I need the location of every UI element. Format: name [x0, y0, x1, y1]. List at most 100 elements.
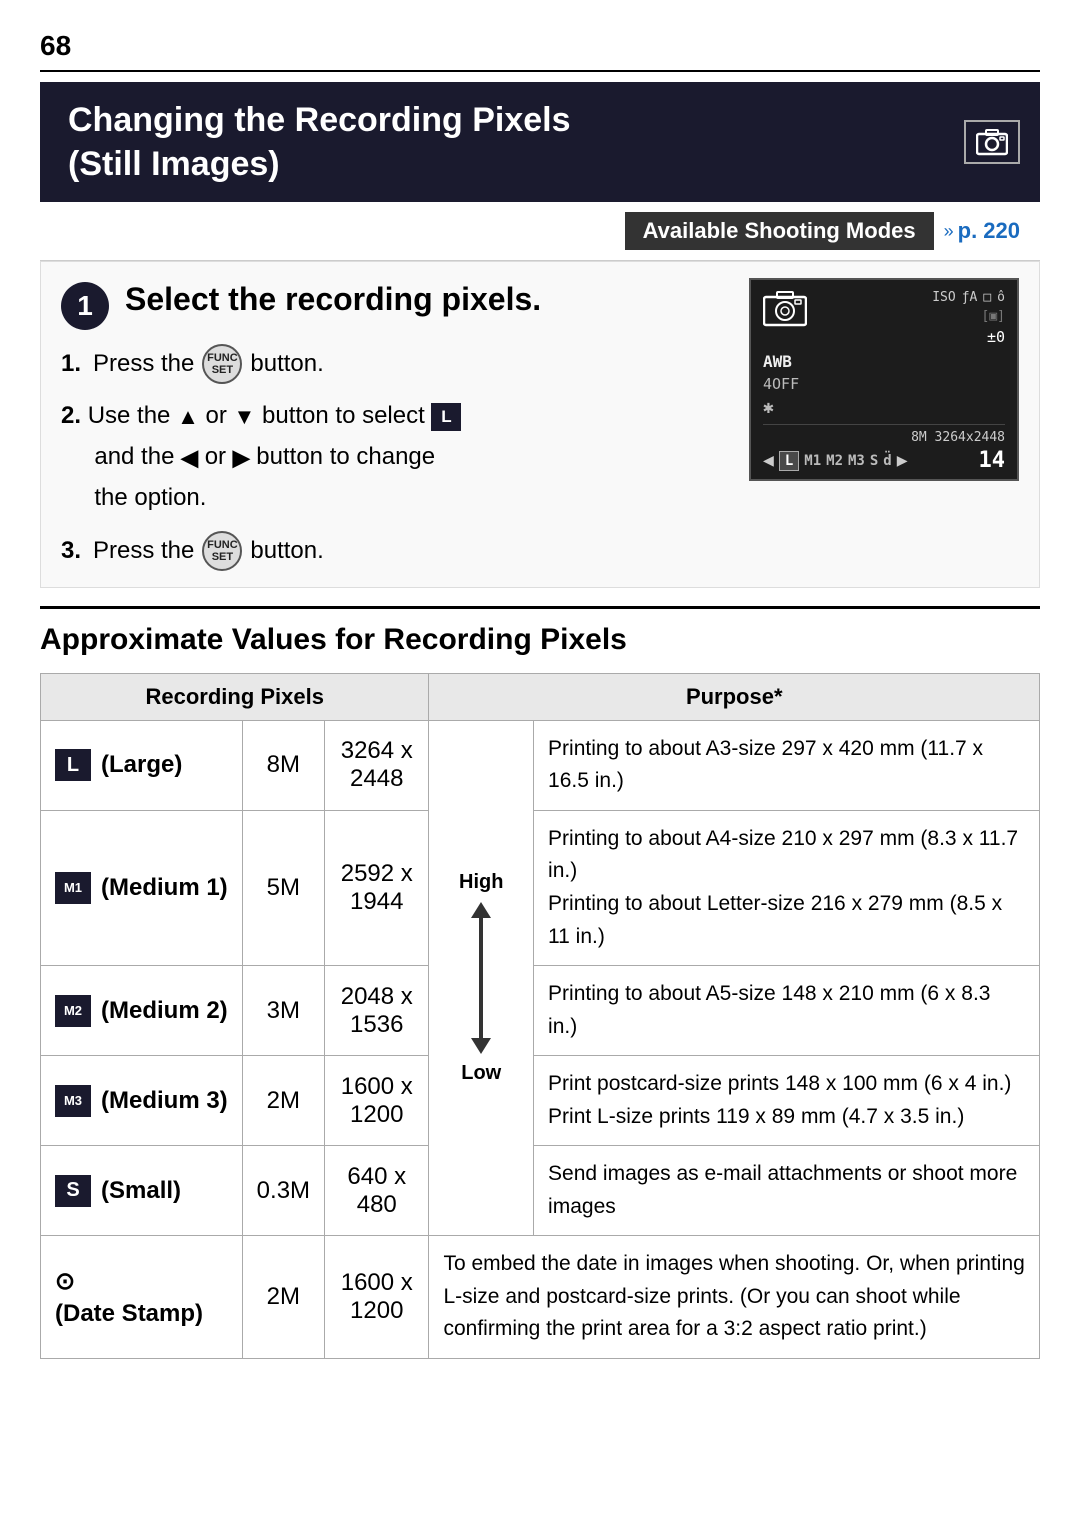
row-m2-mp: 3M — [242, 966, 324, 1056]
table-row: ⊙ (Date Stamp) 2M 1600 x 1200 To embed t… — [41, 1236, 1040, 1359]
row-ds-purpose: To embed the date in images when shootin… — [429, 1236, 1040, 1359]
button-text-1: button. — [250, 345, 323, 383]
date-stamp-icon: ⊙ — [55, 1267, 75, 1296]
quality-low-label: Low — [461, 1062, 501, 1085]
page-number: 68 — [40, 30, 1040, 72]
row-m1-res: 2592 x 1944 — [325, 810, 429, 965]
cs-af: 4OFF — [763, 375, 1005, 393]
available-modes-link[interactable]: » p. 220 — [944, 218, 1020, 244]
table-row: S (Small) 0.3M 640 x 480 Send images as … — [41, 1146, 1040, 1236]
func-set-button-3[interactable]: FUNCSET — [202, 531, 242, 571]
chapter-title-line1: Changing the Recording Pixels — [68, 101, 571, 139]
quality-arrow-cell: High Low — [429, 720, 534, 1236]
cs-mode-M3: M3 — [848, 453, 865, 469]
m3-icon: M3 — [55, 1085, 91, 1117]
row-m2-purpose: Printing to about A5-size 148 x 210 mm (… — [534, 966, 1040, 1056]
step-num-3: 3. — [61, 532, 85, 570]
button-to-select: button to select — [262, 402, 431, 429]
cs-mode-M1: M1 — [804, 453, 821, 469]
right-arrow: ▶ — [233, 439, 250, 476]
row-s-purpose: Send images as e-mail attachments or sho… — [534, 1146, 1040, 1236]
chapter-title: Changing the Recording Pixels (Still Ima… — [68, 98, 571, 186]
camera-screen-top: ISO ƒA □ ô [▣] ±0 — [763, 290, 1005, 346]
row-ds-mp: 2M — [242, 1236, 324, 1359]
cs-mode-M2: M2 — [826, 453, 843, 469]
available-modes-bar: Available Shooting Modes » p. 220 — [40, 202, 1040, 261]
m2-label: (Medium 2) — [101, 997, 228, 1025]
step1-section: 1 Select the recording pixels. 1. Press … — [40, 261, 1040, 587]
and-text: and the — [94, 443, 181, 470]
modes-page-ref: p. 220 — [958, 218, 1020, 244]
row-large-name: L (Large) — [41, 720, 243, 810]
cs-mode-bar: ◀ L M1 M2 M3 S d̈ ▶ 14 — [763, 448, 1005, 473]
cs-lock-icon: ô — [997, 290, 1005, 305]
step1-instructions: 1. Press the FUNCSET button. 2. Use the … — [61, 344, 729, 570]
m1-icon: M1 — [55, 872, 91, 904]
up-arrow: ▲ — [177, 398, 199, 435]
camera-screen: ISO ƒA □ ô [▣] ±0 AWB — [749, 278, 1019, 481]
button-to-change: button to change — [256, 443, 435, 470]
step1-left: 1 Select the recording pixels. 1. Press … — [61, 278, 729, 570]
m1-label: (Medium 1) — [101, 874, 228, 902]
cs-right-indicator: ▶ — [897, 450, 908, 471]
chapter-title-line2: (Still Images) — [68, 145, 280, 183]
large-label: (Large) — [101, 751, 182, 779]
cs-count: 14 — [979, 448, 1006, 473]
row-m2-res: 2048 x 1536 — [325, 966, 429, 1056]
chapter-header: Changing the Recording Pixels (Still Ima… — [40, 82, 1040, 202]
row-m3-res: 1600 x 1200 — [325, 1056, 429, 1146]
table-row: M2 (Medium 2) 3M 2048 x 1536 Printing to… — [41, 966, 1040, 1056]
row-s-res: 640 x 480 — [325, 1146, 429, 1236]
available-modes-label: Available Shooting Modes — [625, 212, 934, 250]
table-wrapper: Recording Pixels Purpose* L (Large) 8 — [40, 673, 1040, 1359]
section-divider — [40, 606, 1040, 609]
m2-icon: M2 — [55, 995, 91, 1027]
row-m3-mp: 2M — [242, 1056, 324, 1146]
quality-high-label: High — [459, 871, 503, 894]
step-num-1: 1. — [61, 345, 85, 383]
step-number-badge: 1 — [61, 282, 109, 330]
row-large-mp: 8M — [242, 720, 324, 810]
table-row: M1 (Medium 1) 5M 2592 x 1944 Printing to… — [41, 810, 1040, 965]
row-m2-name: M2 (Medium 2) — [41, 966, 243, 1056]
cs-mode-S: S — [870, 453, 878, 469]
table-row: M3 (Medium 3) 2M 1600 x 1200 Print postc… — [41, 1056, 1040, 1146]
row-m1-purpose: Printing to about A4-size 210 x 297 mm (… — [534, 810, 1040, 965]
table-row: L (Large) 8M 3264 x 2448 High — [41, 720, 1040, 810]
cs-mode-L-selected: L — [779, 451, 799, 471]
cs-iso-icon: ISO — [932, 290, 955, 305]
camera-screen-bottom: 8M 3264x2448 ◀ L M1 M2 M3 S d̈ ▶ 14 — [763, 424, 1005, 473]
large-icon: L — [55, 749, 91, 781]
button-text-3: button. — [250, 532, 323, 570]
s-label: (Small) — [101, 1177, 181, 1205]
row-s-name: S (Small) — [41, 1146, 243, 1236]
row-ds-name: ⊙ (Date Stamp) — [41, 1236, 243, 1359]
press-text-1: Press the — [93, 345, 194, 383]
L-icon-inline: L — [431, 403, 461, 431]
cs-fa-icon: ƒA — [962, 290, 978, 305]
row-m3-purpose: Print postcard-size prints 148 x 100 mm … — [534, 1056, 1040, 1146]
row-m3-name: M3 (Medium 3) — [41, 1056, 243, 1146]
camera-body-icon — [763, 290, 807, 338]
step-num-2: 2. — [61, 402, 81, 429]
cs-star: ✱ — [763, 397, 1005, 418]
step1-title: Select the recording pixels. — [125, 281, 541, 318]
or-text-2: or — [205, 443, 233, 470]
use-text: Use the — [88, 402, 177, 429]
pixels-table: Recording Pixels Purpose* L (Large) 8 — [40, 673, 1040, 1359]
ds-label: (Date Stamp) — [55, 1300, 203, 1328]
camera-preview: ISO ƒA □ ô [▣] ±0 AWB — [749, 278, 1019, 481]
col-header-purpose: Purpose* — [429, 673, 1040, 720]
cs-square-icon: □ — [983, 290, 991, 305]
cs-video-icon: [▣] — [982, 309, 1005, 324]
approx-section-title: Approximate Values for Recording Pixels — [40, 623, 1040, 657]
row-s-mp: 0.3M — [242, 1146, 324, 1236]
m3-label: (Medium 3) — [101, 1087, 228, 1115]
func-set-button-1[interactable]: FUNCSET — [202, 344, 242, 384]
cs-left-indicator: ◀ — [763, 450, 774, 471]
step1-row: 1 Select the recording pixels. 1. Press … — [61, 278, 1019, 570]
row-large-res: 3264 x 2448 — [325, 720, 429, 810]
cs-pm-value: ±0 — [987, 328, 1005, 346]
cs-awb: AWB — [763, 352, 1005, 371]
press-text-3: Press the — [93, 532, 194, 570]
